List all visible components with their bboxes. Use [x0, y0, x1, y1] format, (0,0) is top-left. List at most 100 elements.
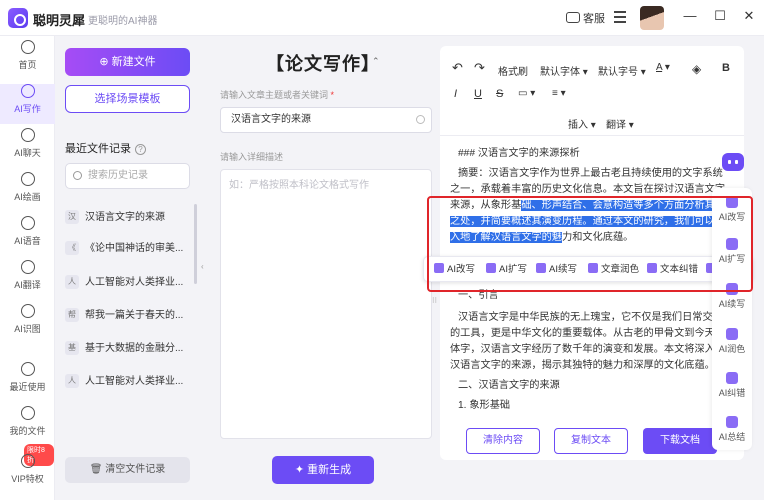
description-placeholder: 如：严格按照本科论文格式写作	[229, 180, 369, 191]
strikethrough-button[interactable]: S	[496, 88, 503, 100]
menu-icon[interactable]	[614, 11, 626, 23]
float-ai-rewrite-button[interactable]: AI改写	[434, 257, 475, 283]
history-item-tag: 汉	[65, 210, 79, 225]
ai-tool-label: AI润色	[718, 344, 746, 354]
history-item-tag: 人	[65, 374, 79, 389]
underline-button[interactable]: U	[474, 88, 482, 100]
float-ai-continue-button[interactable]: AI续写	[536, 257, 577, 283]
topic-input[interactable]: 汉语言文字的来源	[220, 107, 432, 133]
nav-item-ai-writing[interactable]: AI写作	[0, 84, 55, 124]
font-family-select[interactable]: 默认字体 ▾	[540, 63, 588, 78]
nav-item-ai-chat[interactable]: AI聊天	[0, 128, 55, 168]
editor-actions: 清除内容 复制文本 下载文档	[440, 428, 744, 460]
float-ai-expand-button[interactable]: AI扩写	[486, 257, 527, 283]
correct-icon	[647, 263, 657, 273]
history-item-title: 汉语言文字的来源	[85, 212, 165, 223]
ai-continue-button[interactable]: AI续写	[712, 283, 752, 310]
help-icon[interactable]: ?	[135, 144, 146, 155]
regenerate-button[interactable]: ✦ 重新生成	[272, 456, 374, 484]
clear-input-icon[interactable]	[416, 115, 425, 124]
history-item-title: 人工智能对人类择业...	[85, 277, 184, 288]
expand-icon	[486, 263, 496, 273]
rewrite-icon	[434, 263, 444, 273]
nav-item-my-files[interactable]: 我的文件	[0, 406, 55, 446]
highlight-icon[interactable]: ◈	[692, 62, 701, 76]
nav-item-ai-translate[interactable]: AI翻译	[0, 260, 55, 300]
history-item[interactable]: 基基于大数据的金融分...	[65, 339, 195, 361]
ai-expand-button[interactable]: AI扩写	[712, 238, 752, 265]
avatar[interactable]	[640, 6, 664, 30]
polish-icon	[726, 328, 738, 340]
history-item[interactable]: 人人工智能对人类择业...	[65, 273, 195, 295]
history-item[interactable]: 汉汉语言文字的来源	[65, 208, 195, 230]
float-correct-button[interactable]: 文本纠错	[647, 257, 698, 283]
format-painter-button[interactable]: 格式刷	[498, 63, 528, 78]
nav-item-home[interactable]: 首页	[0, 40, 55, 80]
nav-item-ai-voice[interactable]: AI语音	[0, 216, 55, 256]
topic-value: 汉语言文字的来源	[231, 114, 311, 125]
history-icon	[20, 362, 35, 376]
recent-files-label: 最近文件记录	[65, 143, 131, 155]
translate-icon	[20, 260, 35, 274]
translate-menu[interactable]: 翻译 ▾	[606, 116, 634, 131]
copy-text-button[interactable]: 复制文本	[554, 428, 628, 454]
history-search-input[interactable]: 搜索历史记录	[65, 163, 190, 189]
ai-rewrite-button[interactable]: AI改写	[712, 196, 752, 223]
history-item[interactable]: 人人工智能对人类择业...	[65, 372, 195, 394]
nav-item-ai-recognize[interactable]: AI识图	[0, 304, 55, 344]
redo-icon[interactable]: ↷	[474, 60, 485, 76]
new-file-button[interactable]: ⊕ 新建文件	[65, 48, 190, 76]
chevron-down-icon[interactable]: ⌃	[372, 56, 380, 67]
doc-abstract-line: 来源，从象形基础、形声结合、会意构造等多个方面分析其独到	[450, 198, 730, 214]
drag-handle-icon[interactable]: ⁝⁝	[432, 296, 437, 305]
ai-tool-label: AI总结	[718, 432, 746, 442]
file-sidebar: ⊕ 新建文件 选择场景模板 最近文件记录? 搜索历史记录 汉汉语言文字的来源 《…	[55, 36, 200, 500]
history-item[interactable]: 帮帮我一篇关于春天的...	[65, 306, 195, 328]
continue-icon	[726, 283, 738, 295]
history-item-tag: 帮	[65, 308, 79, 323]
font-size-select[interactable]: 默认字号 ▾	[598, 63, 646, 78]
font-color-button[interactable]: A ▾	[656, 62, 670, 73]
nav-item-ai-paint[interactable]: AI绘画	[0, 172, 55, 212]
clear-content-button[interactable]: 清除内容	[466, 428, 540, 454]
ai-polish-button[interactable]: AI润色	[712, 328, 752, 355]
customer-service-button[interactable]: 客服	[566, 10, 605, 26]
chat-icon	[20, 128, 35, 142]
float-polish-button[interactable]: 文章润色	[588, 257, 639, 283]
select-template-button[interactable]: 选择场景模板	[65, 85, 190, 113]
ai-tool-label: AI纠错	[718, 388, 746, 398]
ai-tool-label: AI续写	[718, 299, 746, 309]
maximize-icon[interactable]: ☐	[712, 8, 728, 24]
minimize-icon[interactable]: —	[682, 8, 698, 24]
home-icon	[20, 40, 35, 54]
ai-assistant-robot-icon[interactable]	[722, 153, 744, 171]
description-textarea[interactable]: 如：严格按照本科论文格式写作	[220, 169, 432, 439]
clear-records-button[interactable]: 🗑 清空文件记录	[65, 457, 190, 483]
ai-correct-button[interactable]: AI纠错	[712, 372, 752, 399]
undo-icon[interactable]: ↶	[452, 60, 463, 76]
translate-label: 翻译	[606, 120, 626, 131]
polish-icon	[588, 263, 598, 273]
align-icon[interactable]: ≡ ▾	[552, 88, 566, 99]
italic-button[interactable]: I	[454, 88, 457, 100]
doc-abstract-line: 入地了解汉语言文字的魅力和文化底蕴。	[450, 230, 730, 246]
insert-menu[interactable]: 插入 ▾	[568, 116, 596, 131]
selected-text: 入地了解汉语言文字的魅	[450, 232, 563, 243]
close-icon[interactable]: ✕	[741, 8, 757, 24]
ai-tool-label: AI扩写	[718, 254, 746, 264]
code-block-icon[interactable]: ▭ ▾	[518, 88, 535, 99]
clear-records-label: 清空文件记录	[105, 464, 166, 475]
nav-item-recent[interactable]: 最近使用	[0, 362, 55, 402]
history-item[interactable]: 《《论中国神话的审美...	[65, 239, 195, 261]
ai-summary-button[interactable]: AI总结	[712, 416, 752, 443]
headset-icon	[20, 216, 35, 230]
collapse-left-icon[interactable]: ‹	[201, 262, 204, 271]
bold-button[interactable]: B	[722, 62, 730, 74]
doc-paragraph-line: 汉语言文字是中华民族的无上瑰宝，它不仅是我们日常交流	[458, 312, 723, 323]
font-family-value: 默认字体	[540, 67, 580, 78]
expand-icon	[726, 238, 738, 250]
ai-tool-label: AI改写	[718, 212, 746, 222]
nav-item-vip[interactable]: VIP特权	[0, 454, 55, 494]
download-document-button[interactable]: 下载文档	[643, 428, 717, 454]
sidebar-scrollbar[interactable]	[194, 204, 197, 284]
